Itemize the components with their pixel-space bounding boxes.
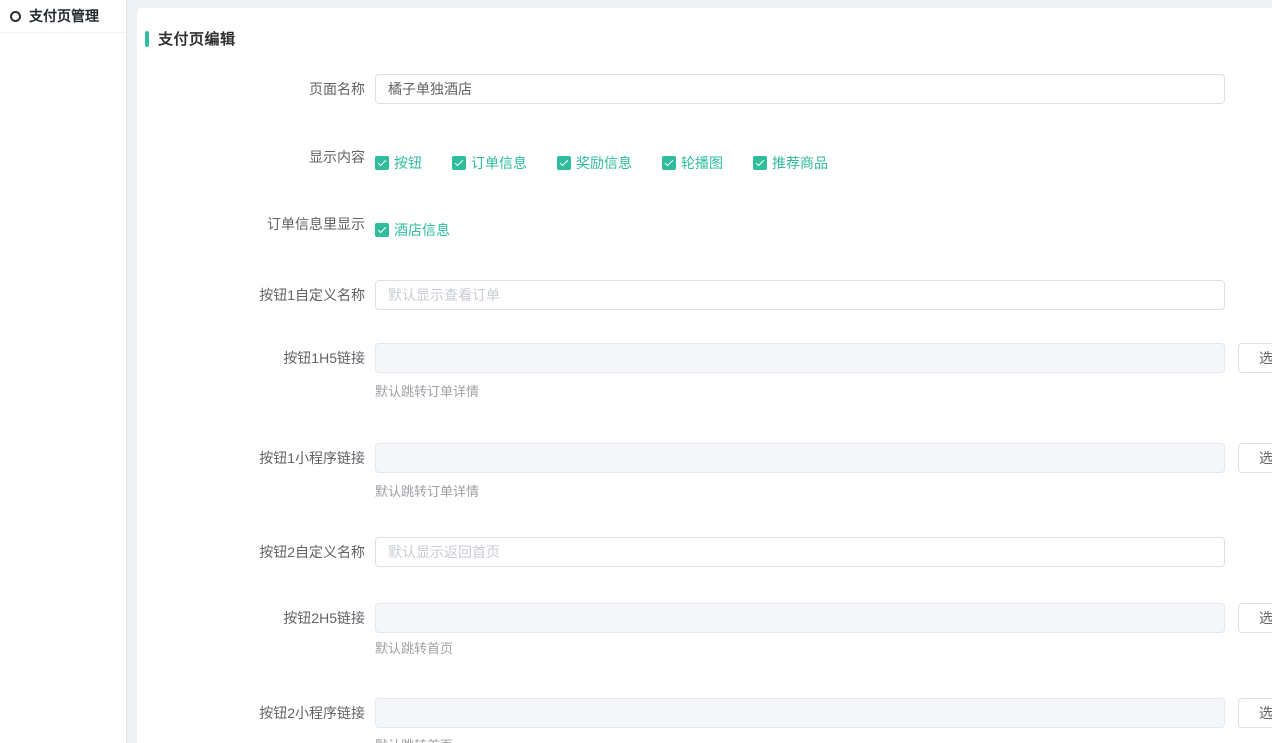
page-name-label: 页面名称 xyxy=(145,74,365,104)
btn1-h5-select-button[interactable]: 选 xyxy=(1238,343,1272,373)
checkbox-label: 轮播图 xyxy=(681,153,723,173)
order-info-checkbox-group: 酒店信息 xyxy=(375,222,450,238)
btn2-miniapp-helper-text: 默认跳转首页 xyxy=(375,738,1272,743)
checkbox-label: 酒店信息 xyxy=(394,220,450,240)
checkbox-checked-icon xyxy=(375,223,389,237)
page-title: 支付页编辑 xyxy=(158,28,236,49)
form-row-btn1-name: 按钮1自定义名称 xyxy=(145,280,1272,310)
btn2-miniapp-link-label: 按钮2小程序链接 xyxy=(145,698,365,728)
btn1-miniapp-link-label: 按钮1小程序链接 xyxy=(145,443,365,473)
checkbox-奖励信息[interactable]: 奖励信息 xyxy=(557,153,632,173)
btn1-miniapp-select-button[interactable]: 选 xyxy=(1238,443,1272,473)
form-row-page-name: 页面名称 xyxy=(145,74,1272,104)
checkbox-label: 订单信息 xyxy=(471,153,527,173)
checkbox-label: 奖励信息 xyxy=(576,153,632,173)
btn2-miniapp-select-button[interactable]: 选 xyxy=(1238,698,1272,728)
circle-icon xyxy=(10,11,21,22)
checkbox-checked-icon xyxy=(662,156,676,170)
checkbox-checked-icon xyxy=(375,156,389,170)
checkbox-按钮[interactable]: 按钮 xyxy=(375,153,422,173)
checkbox-酒店信息[interactable]: 酒店信息 xyxy=(375,220,450,240)
form-row-btn2-miniapp-link: 按钮2小程序链接 选 默认跳转首页 xyxy=(145,698,1272,743)
display-content-label: 显示内容 xyxy=(145,148,365,165)
section-title: 支付页编辑 xyxy=(145,28,1272,49)
btn1-h5-link-label: 按钮1H5链接 xyxy=(145,343,365,373)
btn2-miniapp-link-input xyxy=(375,698,1225,728)
btn1-h5-helper-text: 默认跳转订单详情 xyxy=(375,384,1272,400)
payment-page-form: 页面名称 显示内容 按钮 订单信息 奖励信息 轮播图 推荐商品 订单信息里显示 酒店信息 xyxy=(145,74,1272,743)
checkbox-订单信息[interactable]: 订单信息 xyxy=(452,153,527,173)
btn1-miniapp-link-input xyxy=(375,443,1225,473)
order-info-display-label: 订单信息里显示 xyxy=(145,215,365,232)
display-content-checkbox-group: 按钮 订单信息 奖励信息 轮播图 推荐商品 xyxy=(375,155,828,171)
checkbox-checked-icon xyxy=(557,156,571,170)
title-accent-bar xyxy=(145,31,149,47)
btn2-h5-helper-text: 默认跳转首页 xyxy=(375,641,1272,657)
btn2-h5-link-input xyxy=(375,603,1225,633)
form-row-order-info-display: 订单信息里显示 酒店信息 xyxy=(145,215,1272,238)
checkbox-checked-icon xyxy=(452,156,466,170)
form-row-btn1-h5-link: 按钮1H5链接 选 默认跳转订单详情 xyxy=(145,343,1272,400)
sidebar-item-payment-page-management[interactable]: 支付页管理 xyxy=(0,0,126,33)
sidebar: 支付页管理 xyxy=(0,0,127,743)
btn1-name-label: 按钮1自定义名称 xyxy=(145,280,365,310)
sidebar-item-label: 支付页管理 xyxy=(29,6,99,26)
checkbox-推荐商品[interactable]: 推荐商品 xyxy=(753,153,828,173)
form-row-btn2-name: 按钮2自定义名称 xyxy=(145,537,1272,567)
btn1-h5-link-input xyxy=(375,343,1225,373)
payment-page-editor-card: 支付页编辑 页面名称 显示内容 按钮 订单信息 奖励信息 轮播图 推荐商品 订单信息里显… xyxy=(137,8,1272,743)
btn2-name-label: 按钮2自定义名称 xyxy=(145,537,365,567)
form-row-btn2-h5-link: 按钮2H5链接 选 默认跳转首页 xyxy=(145,603,1272,657)
btn2-h5-select-button[interactable]: 选 xyxy=(1238,603,1272,633)
page-name-input[interactable] xyxy=(375,74,1225,104)
app-window: 支付页管理 支付页编辑 页面名称 显示内容 按钮 订单信息 奖励信息 轮播图 推荐商品 xyxy=(0,0,1272,743)
btn1-custom-name-input[interactable] xyxy=(375,280,1225,310)
btn1-miniapp-helper-text: 默认跳转订单详情 xyxy=(375,484,1272,500)
checkbox-label: 按钮 xyxy=(394,153,422,173)
checkbox-轮播图[interactable]: 轮播图 xyxy=(662,153,723,173)
form-row-display-content: 显示内容 按钮 订单信息 奖励信息 轮播图 推荐商品 xyxy=(145,148,1272,171)
btn2-h5-link-label: 按钮2H5链接 xyxy=(145,603,365,633)
btn2-custom-name-input[interactable] xyxy=(375,537,1225,567)
checkbox-label: 推荐商品 xyxy=(772,153,828,173)
form-row-btn1-miniapp-link: 按钮1小程序链接 选 默认跳转订单详情 xyxy=(145,443,1272,500)
checkbox-checked-icon xyxy=(753,156,767,170)
